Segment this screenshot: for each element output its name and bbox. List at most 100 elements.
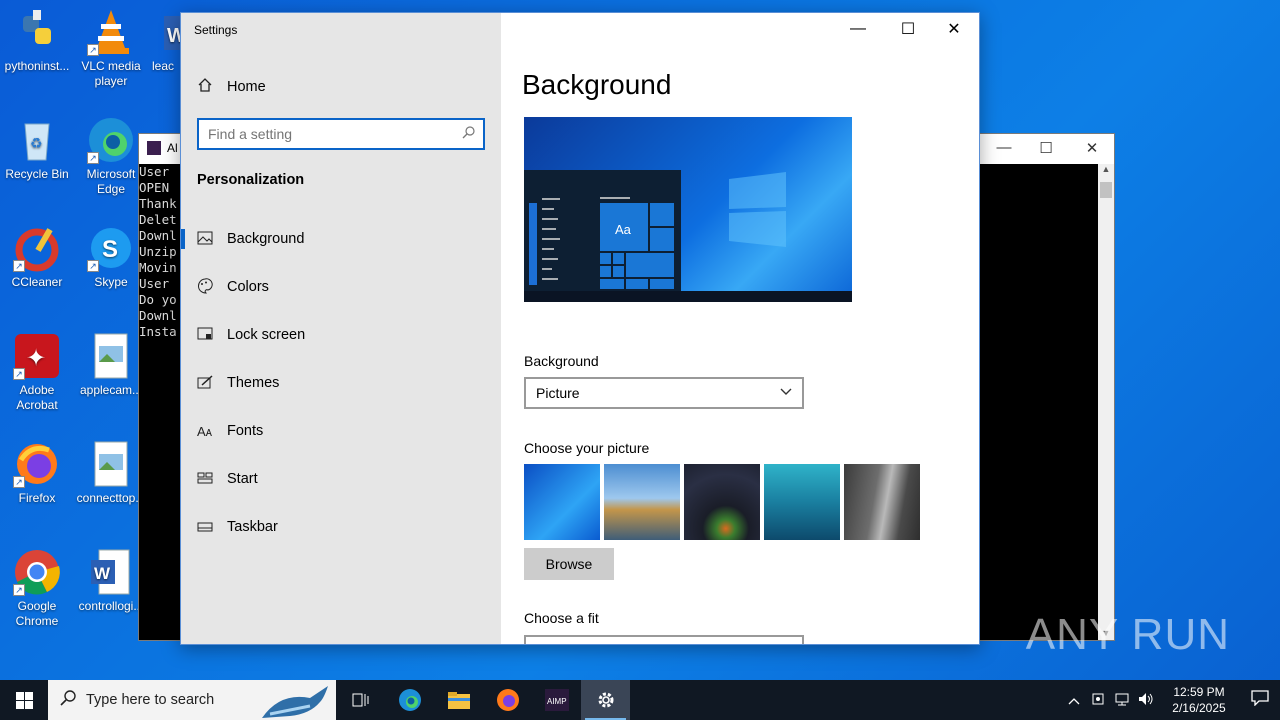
taskbar-edge-button[interactable] [385, 680, 434, 720]
volume-icon[interactable] [1134, 692, 1158, 709]
wallpaper-thumb-underwater[interactable] [764, 464, 840, 540]
taskbar-search-box[interactable]: Type here to search [48, 680, 336, 720]
brush-icon [181, 374, 227, 392]
console-scrollbar[interactable]: ▲ ▼ [1098, 164, 1114, 640]
task-view-button[interactable] [336, 680, 385, 720]
shortcut-arrow-icon: ↗ [13, 368, 25, 380]
console-line: Movin [139, 260, 177, 275]
desktop-icon-label: Microsoft Edge [86, 167, 136, 196]
network-icon[interactable] [1110, 692, 1134, 709]
fonts-icon: Aᴀ [197, 423, 213, 439]
wallpaper-thumb-night-tent[interactable] [684, 464, 760, 540]
console-minimize-button[interactable]: — [981, 139, 1027, 159]
browse-button[interactable]: Browse [524, 548, 614, 580]
nav-item-label: Colors [227, 279, 269, 295]
nav-item-background[interactable]: Background [181, 219, 501, 259]
find-setting-search[interactable] [197, 118, 485, 150]
aimp-app-icon [147, 141, 161, 155]
find-setting-input[interactable] [199, 120, 449, 148]
desktop-icon-connecttop[interactable]: connecttop... [74, 440, 148, 506]
desktop-icon-adobe-acrobat[interactable]: ✦ ↗ Adobe Acrobat [0, 332, 74, 413]
desktop-icon-controllogi[interactable]: W controllogi... [74, 548, 148, 614]
desktop-icon-label: controllogi... [78, 599, 144, 613]
desktop-icon-leac[interactable]: W leac [146, 8, 180, 74]
search-icon [60, 690, 76, 710]
maximize-button[interactable]: ☐ [885, 13, 931, 45]
choose-fit-dropdown[interactable] [524, 635, 804, 644]
wallpaper-thumb-beach-rocks[interactable] [604, 464, 680, 540]
console-line: Thank [139, 196, 177, 211]
close-button[interactable]: ✕ [931, 13, 977, 45]
desktop-icon-vlc[interactable]: ↗ VLC media player [74, 8, 148, 89]
taskbar-file-explorer-button[interactable] [434, 680, 483, 720]
background-type-dropdown[interactable]: Picture [524, 377, 804, 409]
console-line: Delet [139, 212, 177, 227]
settings-icon [598, 692, 613, 708]
taskbar: Type here to search AIMP 12:59 PM 2/16/2… [0, 680, 1280, 720]
desktop-icon-label: leac [151, 59, 174, 73]
nav-item-colors[interactable]: Colors [181, 267, 501, 307]
firefox-icon: ↗ [13, 440, 61, 488]
desktop-icon-pythoninstaller[interactable]: pythoninst... [0, 8, 74, 74]
clock-date: 2/16/2025 [1172, 701, 1226, 715]
desktop-icon-recycle-bin[interactable]: ♻ Recycle Bin [0, 116, 74, 182]
settings-window[interactable]: Settings Home Personalization Background… [180, 12, 980, 645]
desktop-icon-ccleaner[interactable]: ↗ CCleaner [0, 224, 74, 290]
desktop-icon-firefox[interactable]: ↗ Firefox [0, 440, 74, 506]
minimize-button[interactable]: — [835, 13, 881, 45]
clock[interactable]: 12:59 PM 2/16/2025 [1158, 684, 1240, 716]
word-document-icon: W [87, 548, 135, 596]
taskbar-firefox-button[interactable] [483, 680, 532, 720]
dropdown-value: Picture [536, 385, 580, 401]
console-maximize-button[interactable]: ☐ [1023, 139, 1069, 159]
taskbar-settings-button[interactable] [581, 680, 630, 720]
console-scroll-thumb[interactable] [1100, 182, 1112, 198]
ccleaner-icon: ↗ [13, 224, 61, 272]
notifications-button[interactable] [1240, 690, 1280, 710]
desktop-icon-label: connecttop... [76, 491, 146, 505]
preview-start-menu: Aa [524, 170, 681, 291]
desktop-icon-label: Recycle Bin [5, 167, 69, 181]
desktop-icon-label: pythoninst... [4, 59, 70, 73]
file-explorer-icon [447, 692, 470, 709]
home-link[interactable]: Home [197, 77, 266, 97]
action-center-icon [1251, 690, 1269, 707]
nav-item-lock-screen[interactable]: Lock screen [181, 315, 501, 355]
aimp-icon: AIMP [544, 689, 569, 711]
console-line: Do yo [139, 292, 177, 307]
scroll-up-arrow-icon[interactable]: ▲ [1098, 164, 1114, 174]
nav-item-taskbar[interactable]: Taskbar [181, 507, 501, 547]
desktop-icon-label: CCleaner [11, 275, 63, 289]
console-line: User [139, 164, 170, 179]
chrome-icon: ↗ [13, 548, 61, 596]
show-hidden-icons-chevron[interactable] [1062, 693, 1086, 708]
desktop-icon-chrome[interactable]: ↗ Google Chrome [0, 548, 74, 629]
desktop-icon-label: applecam... [79, 383, 143, 397]
desktop-icon-skype[interactable]: S ↗ Skype [74, 224, 148, 290]
console-close-button[interactable]: ✕ [1069, 139, 1115, 159]
choose-picture-label: Choose your picture [524, 440, 650, 456]
nav-item-label: Start [227, 471, 258, 487]
anyrun-watermark: ANY RUN [1025, 610, 1230, 659]
taskbar-aimp-button[interactable]: AIMP [532, 680, 581, 720]
nav-item-themes[interactable]: Themes [181, 363, 501, 403]
background-type-label: Background [524, 353, 599, 369]
svg-text:♻: ♻ [30, 135, 43, 151]
desktop-icon-edge[interactable]: ↗ Microsoft Edge [74, 116, 148, 197]
wallpaper-thumb-cliff[interactable] [844, 464, 920, 540]
wallpaper-thumb-windows[interactable] [524, 464, 600, 540]
security-tray-icon[interactable] [1086, 692, 1110, 709]
image-file-icon [87, 440, 135, 488]
firefox-icon [496, 689, 519, 711]
nav-item-start[interactable]: Start [181, 459, 501, 499]
console-output: User OPEN Thank Delet Downl Unzip Movin … [139, 164, 179, 340]
desktop-icon-label: Skype [94, 275, 128, 289]
start-button[interactable] [0, 680, 48, 720]
settings-sidebar: Settings Home Personalization Background… [181, 13, 501, 644]
desktop-icon-applecam[interactable]: applecam... [74, 332, 148, 398]
nav-item-label: Background [227, 231, 305, 247]
chevron-down-icon [780, 385, 792, 399]
nav-item-fonts[interactable]: Aᴀ Fonts [181, 411, 501, 451]
desktop-icon-label: Google Chrome [15, 599, 59, 628]
desktop-icon-label: Firefox [18, 491, 56, 505]
